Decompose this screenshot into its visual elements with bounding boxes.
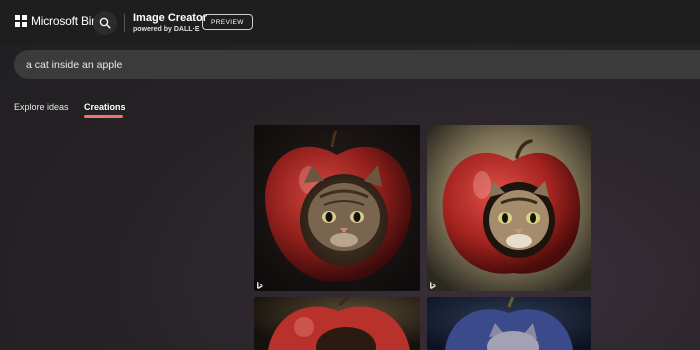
preview-badge: PREVIEW: [202, 14, 253, 30]
microsoft-logo-icon: [15, 15, 27, 27]
tab-explore-ideas[interactable]: Explore ideas: [14, 102, 69, 112]
prompt-input[interactable]: [26, 58, 526, 72]
bing-watermark-icon: [430, 282, 436, 289]
product-title[interactable]: Image Creator: [133, 12, 207, 24]
result-image-2[interactable]: [427, 125, 591, 291]
result-image-3[interactable]: [254, 297, 420, 350]
search-button[interactable]: [93, 11, 117, 35]
tab-creations[interactable]: Creations: [84, 102, 126, 112]
bing-logo[interactable]: Microsoft Bing: [15, 14, 104, 28]
product-subtitle: powered by DALL·E: [133, 26, 200, 33]
active-tab-indicator: [84, 115, 123, 118]
bing-watermark-icon: [257, 282, 263, 289]
result-image-1[interactable]: [254, 125, 420, 291]
result-image-4[interactable]: [427, 297, 591, 350]
header-divider: [124, 14, 125, 32]
search-icon: [99, 17, 111, 29]
